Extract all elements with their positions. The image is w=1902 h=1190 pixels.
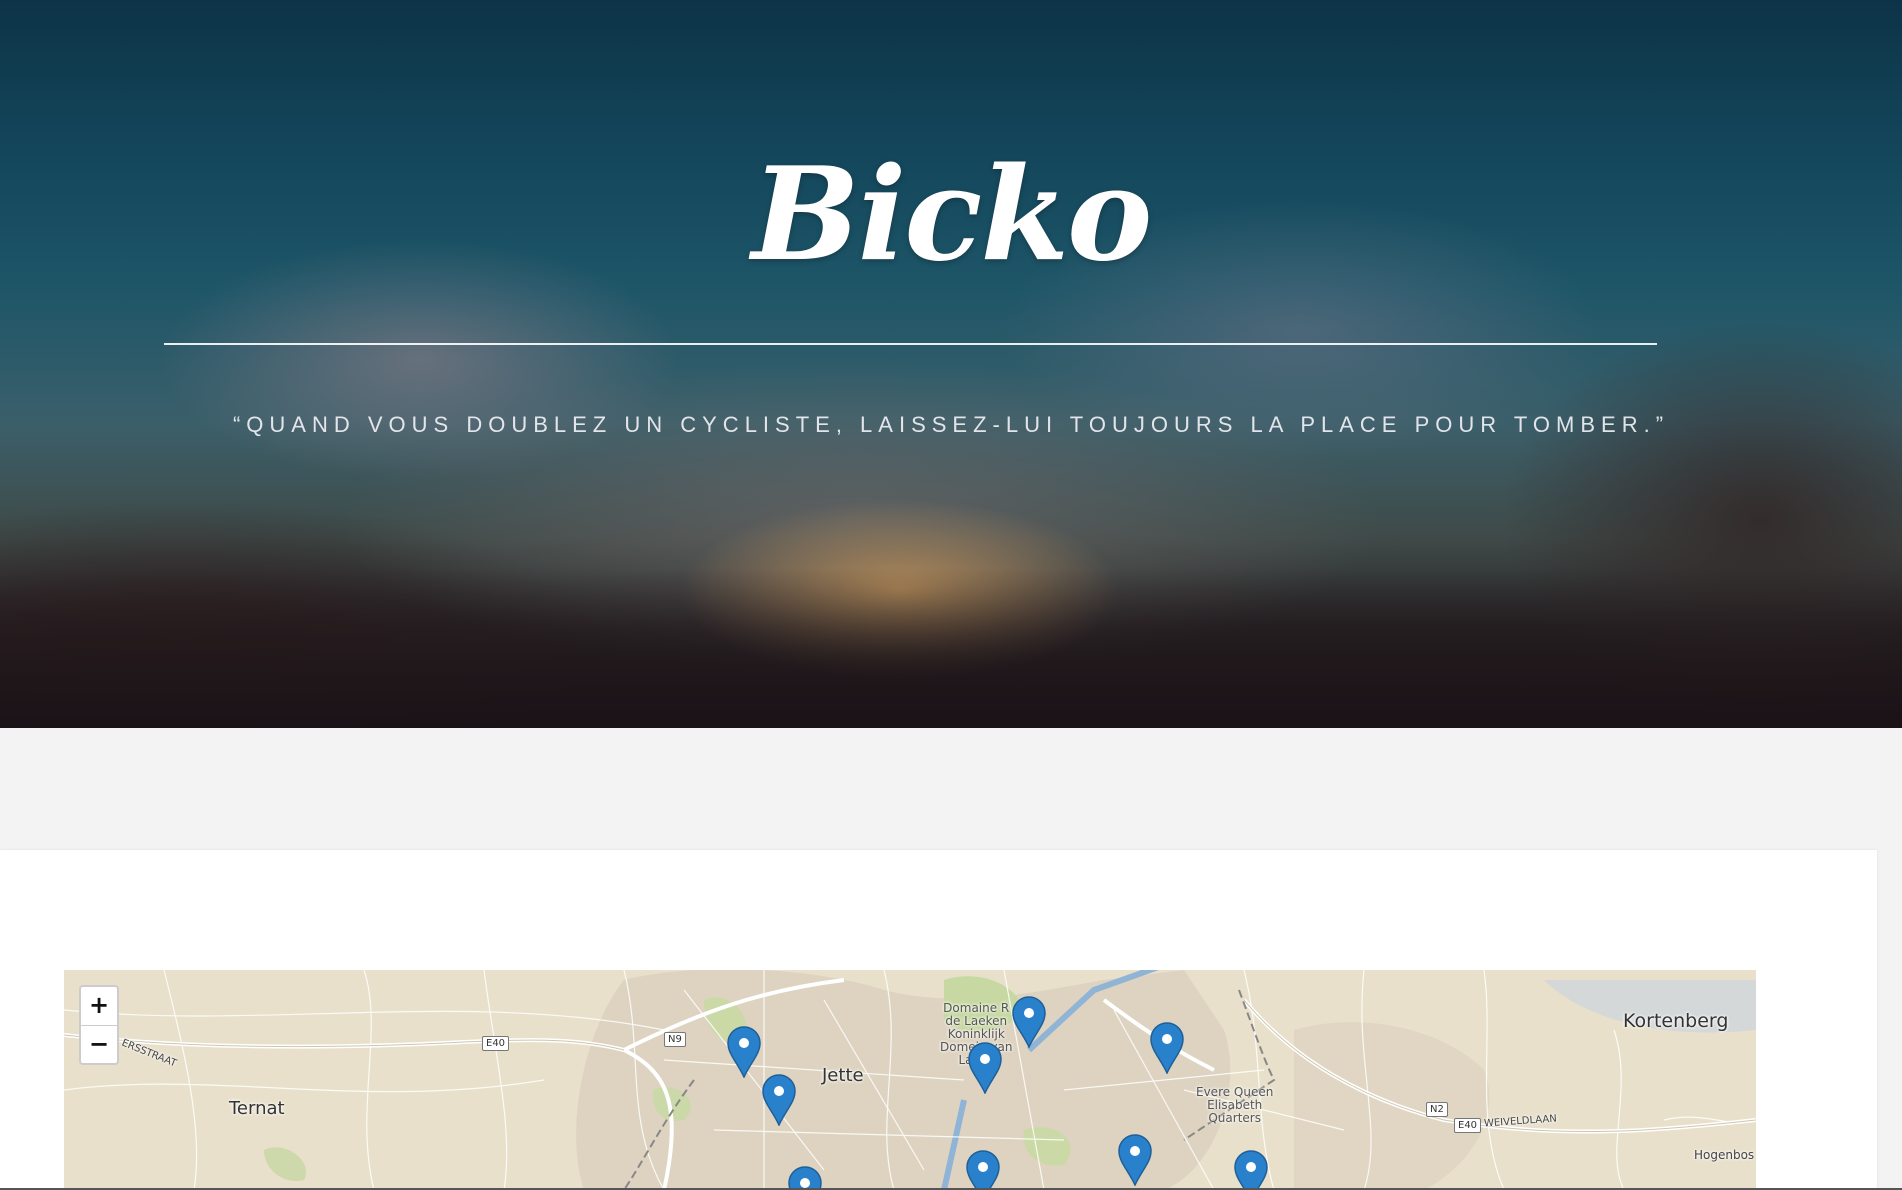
map-label-jette: Jette	[822, 1065, 864, 1086]
site-logo-title: Bicko	[751, 140, 1153, 290]
map-pin-icon[interactable]	[788, 1166, 822, 1190]
road-badge-e40-east: E40	[1454, 1118, 1482, 1133]
road-badge-e40-west: E40	[482, 1036, 510, 1051]
hero-tagline: “QUAND VOUS DOUBLEZ UN CYCLISTE, LAISSEZ…	[232, 412, 1670, 437]
map-label-evere: Evere Queen Elisabeth Quarters	[1196, 1086, 1273, 1125]
map-pin-icon[interactable]	[966, 1150, 1000, 1190]
map-pin-icon[interactable]	[1150, 1022, 1184, 1074]
map-pin-icon[interactable]	[762, 1074, 796, 1126]
map-zoom-control: + −	[79, 985, 119, 1065]
map-label-evere-line-3: Quarters	[1208, 1111, 1261, 1125]
map-tiles	[64, 970, 1756, 1190]
map-pin-icon[interactable]	[1118, 1134, 1152, 1186]
zoom-out-button[interactable]: −	[81, 1025, 117, 1064]
road-badge-n2: N2	[1426, 1102, 1448, 1117]
map-label-ternat: Ternat	[229, 1098, 285, 1119]
hero-banner: Bicko “QUAND VOUS DOUBLEZ UN CYCLISTE, L…	[0, 0, 1902, 728]
road-badge-n9: N9	[664, 1032, 686, 1047]
zoom-in-button[interactable]: +	[81, 987, 117, 1025]
map-pin-icon[interactable]	[1012, 996, 1046, 1048]
hero-background-landscape	[0, 568, 1902, 728]
map-pin-icon[interactable]	[968, 1042, 1002, 1094]
map-label-kortenberg: Kortenberg	[1623, 1010, 1729, 1032]
map-pin-icon[interactable]	[727, 1026, 761, 1078]
hero-divider	[164, 343, 1657, 345]
map-pin-icon[interactable]	[1234, 1150, 1268, 1190]
map-label-hogenbos: Hogenbos	[1694, 1148, 1755, 1162]
map-view[interactable]: + − Kortenberg Jette Ternat ERSSTRAAT Ho…	[64, 970, 1756, 1190]
